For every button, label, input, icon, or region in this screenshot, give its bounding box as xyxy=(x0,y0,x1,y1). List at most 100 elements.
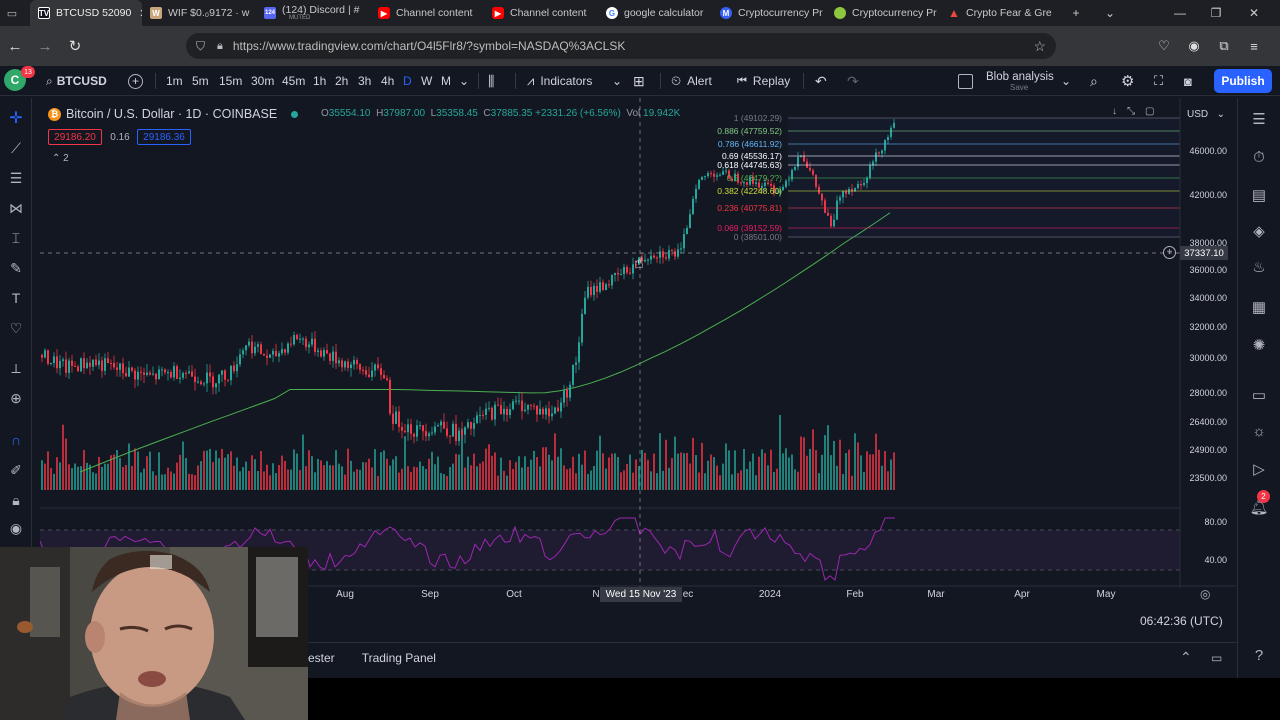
tab-strategy-tester[interactable]: ester xyxy=(308,651,335,665)
sell-price-button[interactable]: 29186.20 xyxy=(48,129,102,145)
symbol-search[interactable]: ⌕ BTCUSD xyxy=(46,66,107,96)
shield-icon[interactable]: ⛉ xyxy=(196,39,205,54)
lock-icon[interactable]: 🔒︎ xyxy=(217,40,223,53)
camera-snapshot-icon[interactable]: ◙ xyxy=(1184,66,1192,96)
browser-tab-google-calculator[interactable]: G google calculator xyxy=(598,0,712,26)
price-chart[interactable]: 46000.0042000.0038000.0036000.0034000.00… xyxy=(40,98,1236,608)
interval-w[interactable]: W xyxy=(421,66,432,96)
streams-play-icon[interactable]: ▷ xyxy=(1246,456,1272,482)
indicators-collapse-toggle[interactable]: ⌃ 2 xyxy=(52,153,69,164)
browser-tab-wif[interactable]: W WIF $0.₀9172 · w xyxy=(142,0,256,26)
back-icon[interactable]: ← xyxy=(0,31,30,61)
browser-tab-channel-content-1[interactable]: ▶ Channel content xyxy=(370,0,484,26)
interval-d[interactable]: D xyxy=(403,66,412,96)
calendar-icon[interactable]: ▦ xyxy=(1246,294,1272,320)
interval-3h[interactable]: 3h xyxy=(358,66,371,96)
trendline-icon[interactable]: ⟋ xyxy=(4,136,28,160)
add-alert-plus-icon[interactable]: + xyxy=(1163,246,1176,259)
browser-tab-coingecko[interactable]: Cryptocurrency Pr xyxy=(826,0,940,26)
lock-pencil-icon[interactable]: ✐ xyxy=(4,458,28,482)
interval-m[interactable]: M xyxy=(441,66,451,96)
new-tab-icon[interactable]: + xyxy=(1058,0,1094,26)
candles-style-icon[interactable]: ⫼ xyxy=(488,66,494,96)
interval-2h[interactable]: 2h xyxy=(335,66,348,96)
bookmark-star-icon[interactable]: ☆ xyxy=(1033,38,1046,55)
settings-gear-icon[interactable]: ⚙ xyxy=(1121,66,1134,96)
layout-checkbox[interactable] xyxy=(958,66,973,96)
tab-search-icon[interactable]: ▭ xyxy=(0,0,24,26)
maximize-pane-icon[interactable]: ▢ xyxy=(1145,106,1154,122)
volume-bar xyxy=(494,452,496,490)
magnet-icon[interactable]: ∩ xyxy=(4,428,28,452)
interval-4h[interactable]: 4h xyxy=(381,66,394,96)
object-tree-icon[interactable]: ◈ xyxy=(1246,218,1272,244)
minimize-icon[interactable]: — xyxy=(1162,0,1198,26)
hotlists-flame-icon[interactable]: ♨ xyxy=(1246,254,1272,280)
symbol-title[interactable]: Bitcoin / U.S. Dollar · 1D · COINBASE xyxy=(66,107,277,121)
publish-button[interactable]: Publish xyxy=(1214,69,1272,93)
arrow-down-icon[interactable]: ↓ xyxy=(1112,106,1117,122)
quick-search-icon[interactable]: ⌕ xyxy=(1090,66,1098,96)
chats-icon[interactable]: ▭ xyxy=(1246,382,1272,408)
tab-list-chevron-icon[interactable]: ⌄ xyxy=(1092,0,1128,26)
replay-button[interactable]: ⏮ Replay xyxy=(737,66,790,96)
browser-tab-btcusd[interactable]: TV BTCUSD 52090 ✕ xyxy=(30,0,142,26)
fib-retracement-icon[interactable]: ☰ xyxy=(4,166,28,190)
interval-5m[interactable]: 5m xyxy=(192,66,209,96)
utc-clock[interactable]: 06:42:36 (UTC) xyxy=(1140,614,1223,628)
restore-icon[interactable]: ❐ xyxy=(1198,0,1234,26)
layout-dropdown-chevron-icon[interactable]: ⌄ xyxy=(1061,66,1071,96)
browser-tab-cmc[interactable]: M Cryptocurrency Pr xyxy=(712,0,826,26)
templates-grid-icon[interactable]: ⊞ xyxy=(633,66,645,96)
layout-name-button[interactable]: Blob analysis Save xyxy=(986,66,1054,96)
interval-30m[interactable]: 30m xyxy=(251,66,274,96)
interval-1m[interactable]: 1m xyxy=(166,66,183,96)
interval-15m[interactable]: 15m xyxy=(219,66,242,96)
zoom-in-icon[interactable]: ⊕ xyxy=(4,386,28,410)
menu-icon[interactable]: ≡ xyxy=(1242,34,1266,58)
fullscreen-icon[interactable]: ⛶ xyxy=(1154,66,1163,96)
compare-symbol-button[interactable]: + xyxy=(128,66,143,96)
watchlist-icon[interactable]: ☰ xyxy=(1246,106,1272,132)
crosshair-icon[interactable]: ✛ xyxy=(4,106,28,130)
ideas-lightbulb-icon[interactable]: ✺ xyxy=(1246,332,1272,358)
browser-tab-channel-content-2[interactable]: ▶ Channel content xyxy=(484,0,598,26)
interval-1h[interactable]: 1h xyxy=(313,66,326,96)
heart-icon[interactable]: ♡ xyxy=(4,316,28,340)
volume-bar xyxy=(425,468,427,490)
maximize-panel-icon[interactable]: ▭ xyxy=(1211,651,1222,665)
pattern-icon[interactable]: ⋈ xyxy=(4,196,28,220)
lock-drawings-icon[interactable]: 🔒︎ xyxy=(4,488,28,512)
pocket-icon[interactable]: ♡ xyxy=(1152,34,1176,58)
extensions-icon[interactable]: ⧉ xyxy=(1212,34,1236,58)
data-window-icon[interactable]: ▤ xyxy=(1246,182,1272,208)
projection-icon[interactable]: ⌶ xyxy=(4,226,28,250)
indicators-button[interactable]: ⩘ Indicators xyxy=(527,66,592,96)
account-icon[interactable]: ◉ xyxy=(1182,34,1206,58)
help-lightbulb-icon[interactable]: ☼ xyxy=(1246,418,1272,444)
text-tool-icon[interactable]: T xyxy=(4,286,28,310)
interval-dropdown-chevron-icon[interactable]: ⌄ xyxy=(459,66,469,96)
buy-price-button[interactable]: 29186.36 xyxy=(137,129,191,145)
indicators-dropdown-chevron-icon[interactable]: ⌄ xyxy=(612,66,622,96)
forward-icon[interactable]: → xyxy=(30,31,60,61)
window-close-icon[interactable]: ✕ xyxy=(1236,0,1272,26)
interval-45m[interactable]: 45m xyxy=(282,66,305,96)
undo-icon[interactable]: ↶ xyxy=(815,66,827,96)
redo-icon[interactable]: ↷ xyxy=(847,66,859,96)
url-field[interactable]: ⛉ 🔒︎ https://www.tradingview.com/chart/O… xyxy=(186,33,1056,59)
collapse-pane-icon[interactable]: ⤡ xyxy=(1127,106,1135,122)
currency-select[interactable]: USD ⌄ xyxy=(1183,106,1229,122)
ruler-icon[interactable]: ⟂ xyxy=(4,356,28,380)
eye-icon[interactable]: ◉ xyxy=(4,516,28,540)
chevron-up-icon[interactable]: ⌃ xyxy=(1180,649,1192,666)
alert-button[interactable]: ⏲ Alert xyxy=(671,66,712,96)
alerts-clock-icon[interactable]: ⏱ xyxy=(1246,144,1272,170)
browser-tab-fear-greed[interactable]: ▲ Crypto Fear & Gre xyxy=(940,0,1054,26)
tab-trading-panel[interactable]: Trading Panel xyxy=(362,651,436,665)
time-axis-settings-icon[interactable]: ◎ xyxy=(1200,587,1210,601)
help-circle-icon[interactable]: ? xyxy=(1246,642,1272,668)
reload-icon[interactable]: ↻ xyxy=(60,31,90,61)
brush-icon[interactable]: ✎ xyxy=(4,256,28,280)
browser-tab-discord[interactable]: 124 (124) Discord | # MUTED xyxy=(256,0,370,26)
